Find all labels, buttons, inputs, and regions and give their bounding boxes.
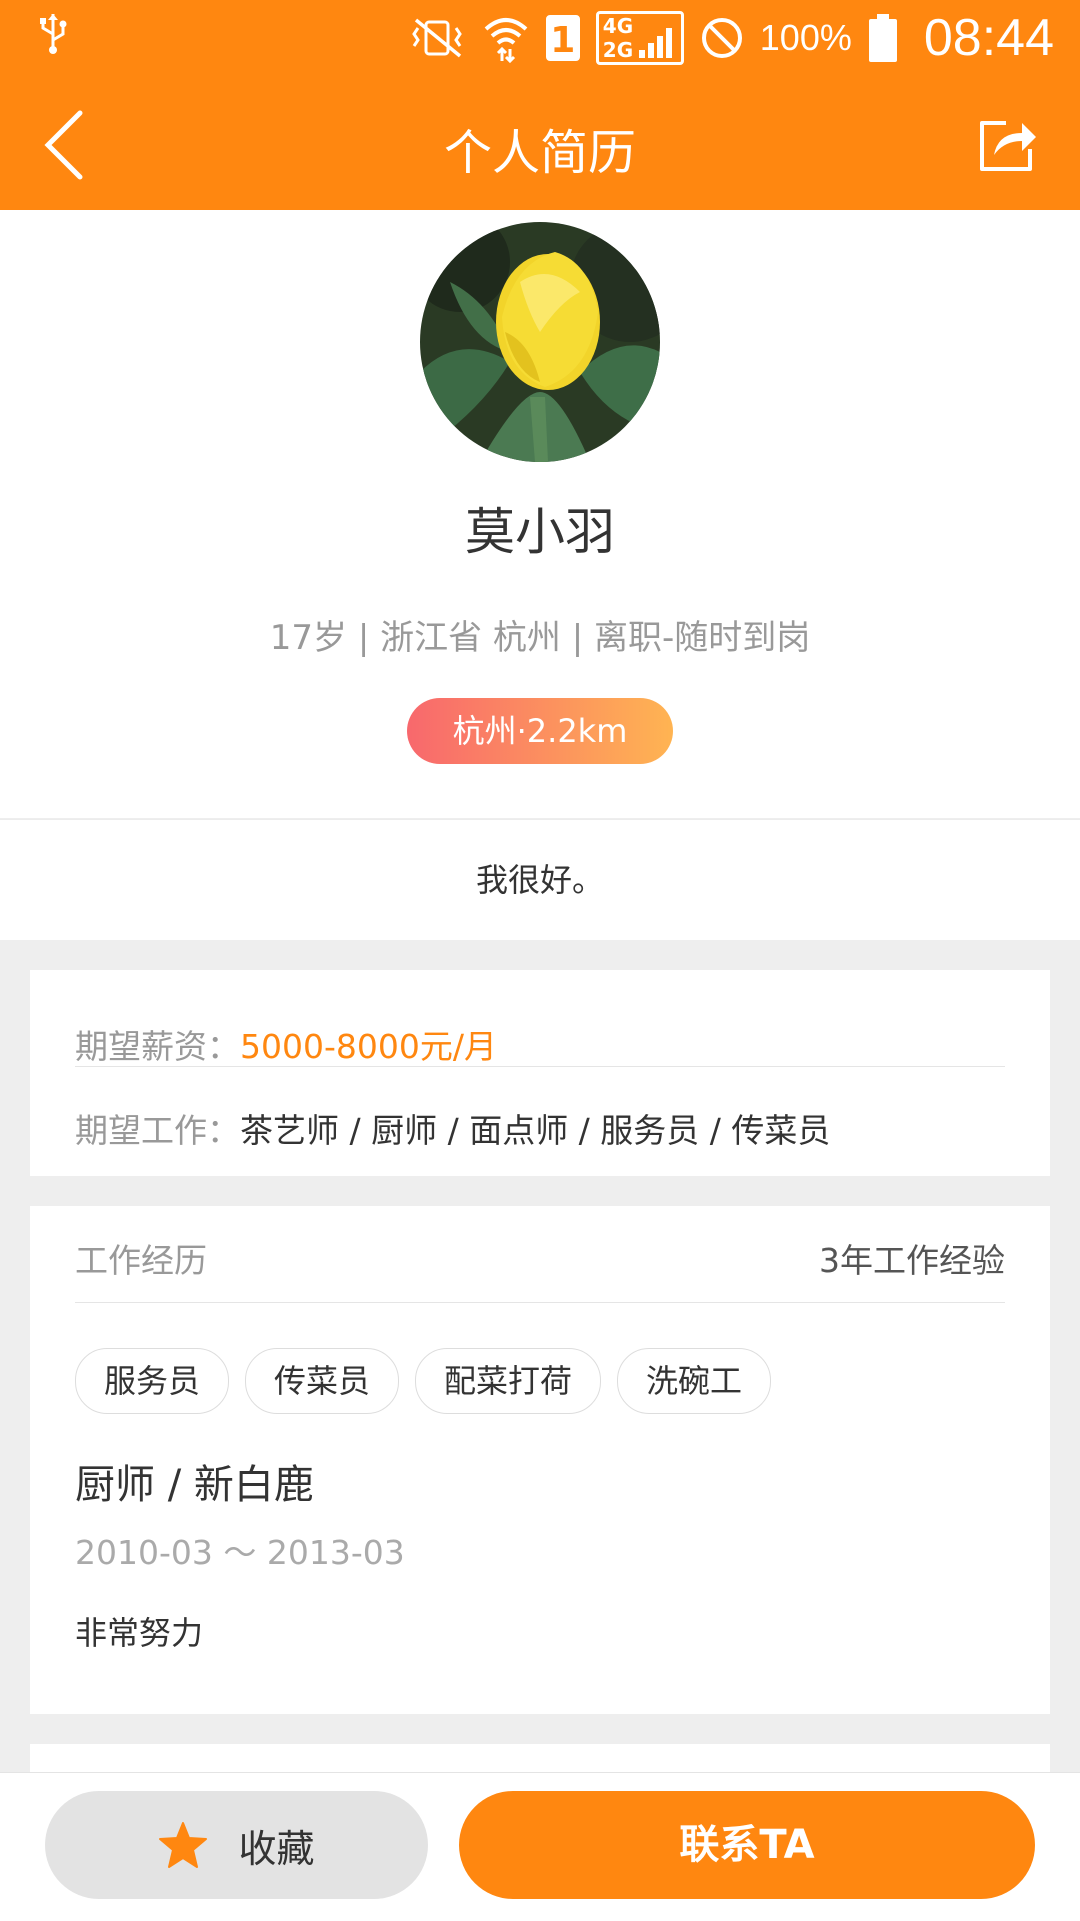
job-title: 厨师 / 新白鹿 bbox=[75, 1462, 314, 1508]
divider bbox=[75, 1302, 1005, 1303]
candidate-meta: 17岁 | 浙江省 杭州 | 离职-随时到岗 bbox=[269, 618, 811, 658]
skill-tag: 洗碗工 bbox=[617, 1348, 772, 1414]
skill-tag: 传菜员 bbox=[245, 1348, 400, 1414]
clock: 08:44 bbox=[923, 9, 1054, 67]
app-header: 个人简历 bbox=[0, 75, 1080, 210]
page-title: 个人简历 bbox=[443, 125, 636, 181]
battery-percent: 100% bbox=[759, 17, 852, 58]
vibrate-mute-icon bbox=[410, 16, 466, 60]
sim-card-icon: 1 bbox=[545, 15, 580, 61]
salary-row: 期望薪资：5000-8000元/月 bbox=[75, 1020, 1005, 1068]
share-button[interactable] bbox=[976, 113, 1040, 173]
skill-tags: 服务员 传菜员 配菜打荷 洗碗工 bbox=[75, 1348, 772, 1414]
work-experience-card: 工作经历 3年工作经验 服务员 传菜员 配菜打荷 洗碗工 厨师 / 新白鹿 20… bbox=[30, 1206, 1050, 1714]
skill-tag: 服务员 bbox=[75, 1348, 230, 1414]
status-bar: 1 4G 2G 100% 08:44 bbox=[0, 0, 1080, 75]
self-introduction: 我很好。 bbox=[0, 819, 1080, 940]
battery-icon bbox=[868, 14, 898, 62]
profile-section: 莫小羽 17岁 | 浙江省 杭州 | 离职-随时到岗 杭州·2.2km bbox=[0, 210, 1080, 818]
salary-value: 5000-8000元/月 bbox=[240, 1027, 497, 1066]
expectation-card: 期望薪资：5000-8000元/月 期望工作：茶艺师 / 厨师 / 面点师 / … bbox=[30, 970, 1050, 1176]
star-icon bbox=[159, 1822, 208, 1868]
avatar[interactable] bbox=[420, 222, 660, 462]
network-type-bottom: 2G bbox=[602, 38, 634, 62]
network-type-top: 4G bbox=[602, 14, 634, 38]
skill-tag: 配菜打荷 bbox=[415, 1348, 602, 1414]
work-section-label: 工作经历 bbox=[75, 1241, 207, 1280]
expected-job-row: 期望工作：茶艺师 / 厨师 / 面点师 / 服务员 / 传菜员 bbox=[75, 1104, 1005, 1152]
salary-label: 期望薪资： bbox=[75, 1027, 240, 1066]
contact-button[interactable]: 联系TA bbox=[459, 1791, 1035, 1899]
signal-icon: 4G 2G bbox=[595, 11, 684, 65]
divider bbox=[75, 1066, 1005, 1067]
usb-icon bbox=[38, 12, 68, 66]
work-experience-years: 3年工作经验 bbox=[819, 1241, 1005, 1280]
job-dates: 2010-03 ～ 2013-03 bbox=[75, 1533, 405, 1572]
candidate-name: 莫小羽 bbox=[465, 503, 615, 561]
share-icon bbox=[980, 121, 1036, 171]
do-not-disturb-icon bbox=[700, 16, 744, 60]
wifi-icon bbox=[482, 13, 530, 63]
expected-job-label: 期望工作： bbox=[75, 1111, 240, 1150]
favorite-button[interactable]: 收藏 bbox=[45, 1791, 428, 1899]
location-distance-badge: 杭州·2.2km bbox=[407, 698, 673, 764]
job-description: 非常努力 bbox=[75, 1614, 204, 1652]
expected-job-value: 茶艺师 / 厨师 / 面点师 / 服务员 / 传菜员 bbox=[240, 1111, 831, 1150]
bottom-action-bar: 收藏 联系TA bbox=[0, 1772, 1080, 1921]
favorite-label: 收藏 bbox=[238, 1826, 315, 1871]
